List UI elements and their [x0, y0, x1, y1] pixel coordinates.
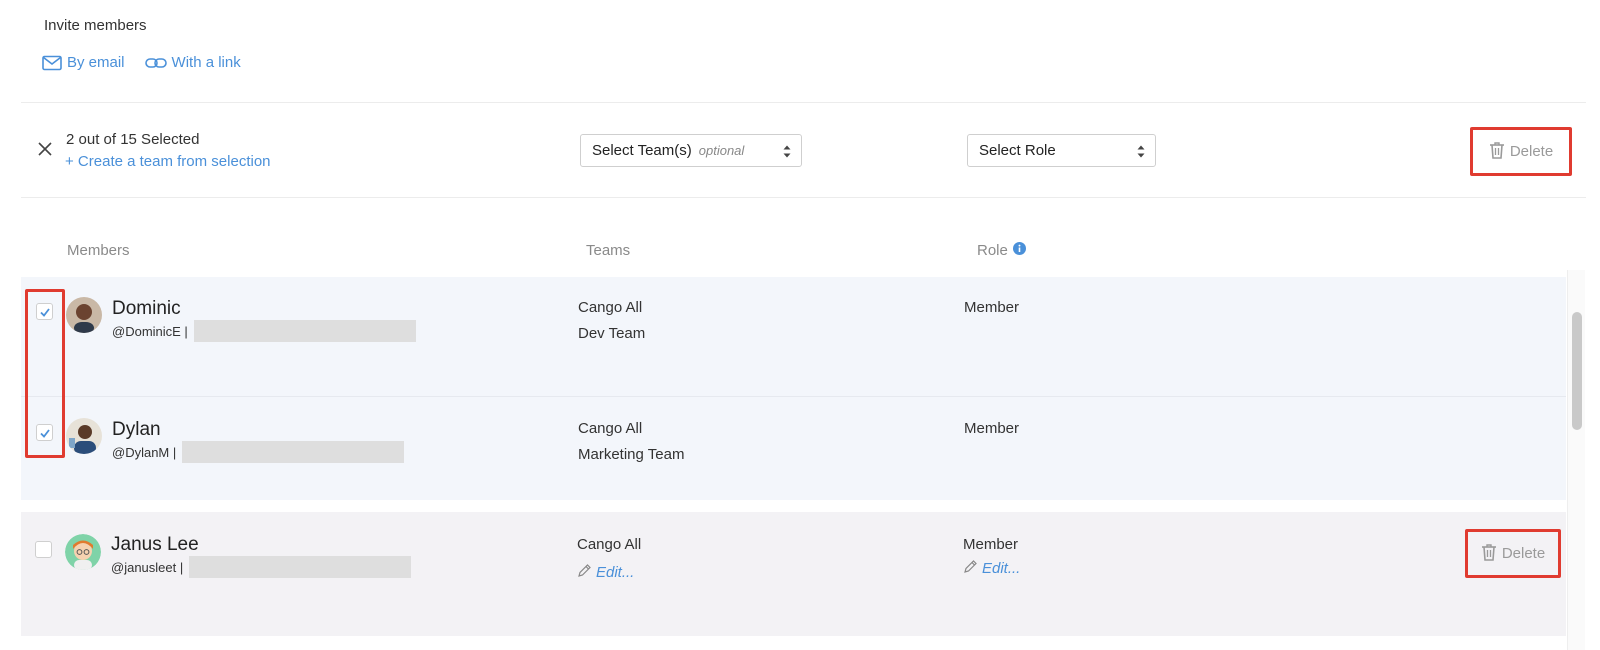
column-header-role: Role: [977, 242, 1026, 259]
member-name: Janus Lee: [111, 534, 199, 555]
invite-members-title: Invite members: [44, 17, 147, 34]
row-delete-label: Delete: [1501, 545, 1546, 562]
edit-role-link[interactable]: Edit...: [963, 559, 1020, 578]
member-name: Dylan: [112, 419, 161, 440]
select-teams-label: Select Team(s): [592, 142, 692, 159]
pencil-icon: [577, 563, 592, 582]
teams-header-label: Teams: [586, 242, 631, 259]
select-teams-optional-hint: optional: [698, 143, 745, 158]
divider: [21, 102, 1586, 103]
redacted-email: [193, 320, 416, 342]
avatar: [65, 534, 101, 570]
column-header-teams: Teams: [586, 242, 630, 259]
row-delete-button[interactable]: Delete: [1465, 529, 1561, 578]
trash-icon: [1481, 543, 1497, 565]
row-select-checkbox[interactable]: [35, 541, 52, 558]
member-name: Dominic: [112, 298, 181, 319]
member-handle-text: @janusleet |: [111, 559, 184, 575]
create-team-from-selection-link[interactable]: + Create a team from selection: [65, 153, 271, 170]
edit-role-label: Edit...: [982, 560, 1021, 577]
team-name: Marketing Team: [578, 446, 685, 463]
sort-arrows-icon: [782, 144, 792, 163]
scrollbar-thumb[interactable]: [1572, 312, 1582, 430]
mail-icon: [42, 55, 62, 71]
edit-teams-link[interactable]: Edit...: [577, 563, 634, 582]
member-handle-text: @DylanM |: [112, 444, 177, 460]
redacted-email: [182, 441, 405, 463]
column-header-members: Members: [67, 242, 130, 259]
select-role-label: Select Role: [979, 142, 1056, 159]
members-header-label: Members: [67, 242, 130, 259]
role-header-label: Role: [977, 242, 1008, 259]
trash-icon: [1489, 141, 1505, 163]
invite-with-link-link[interactable]: With a link: [144, 54, 241, 71]
invite-options: By email With a link: [42, 54, 241, 71]
divider: [21, 197, 1586, 198]
clear-selection-close-icon[interactable]: [36, 140, 54, 158]
member-role: Member: [964, 299, 1020, 316]
selection-count: 2 out of 15 Selected: [66, 131, 200, 148]
sort-arrows-icon: [1136, 144, 1146, 163]
invite-by-email-link[interactable]: By email: [42, 54, 125, 71]
bulk-delete-button[interactable]: Delete: [1470, 127, 1572, 176]
select-teams-dropdown[interactable]: Select Team(s) optional: [580, 134, 802, 167]
invite-by-email-label: By email: [67, 54, 125, 71]
team-name: Dev Team: [578, 325, 646, 342]
member-handle-text: @DominicE |: [112, 323, 188, 339]
edit-teams-label: Edit...: [596, 564, 635, 581]
member-role: Member: [963, 536, 1019, 553]
member-handle: @janusleet |: [111, 556, 412, 578]
member-handle: @DylanM |: [112, 441, 405, 463]
team-name: Cango All: [578, 420, 643, 437]
invite-with-link-label: With a link: [171, 54, 241, 71]
avatar: [66, 297, 102, 333]
team-name: Cango All: [577, 536, 642, 553]
pencil-icon: [963, 559, 978, 578]
link-icon: [144, 56, 167, 70]
info-icon[interactable]: [1012, 242, 1026, 259]
redacted-email: [189, 556, 412, 578]
avatar: [66, 418, 102, 454]
bulk-delete-label: Delete: [1509, 143, 1554, 160]
selected-checkboxes-highlight: [25, 289, 65, 458]
member-handle: @DominicE |: [112, 320, 416, 342]
team-name: Cango All: [578, 299, 643, 316]
select-role-dropdown[interactable]: Select Role: [967, 134, 1156, 167]
member-role: Member: [964, 420, 1020, 437]
